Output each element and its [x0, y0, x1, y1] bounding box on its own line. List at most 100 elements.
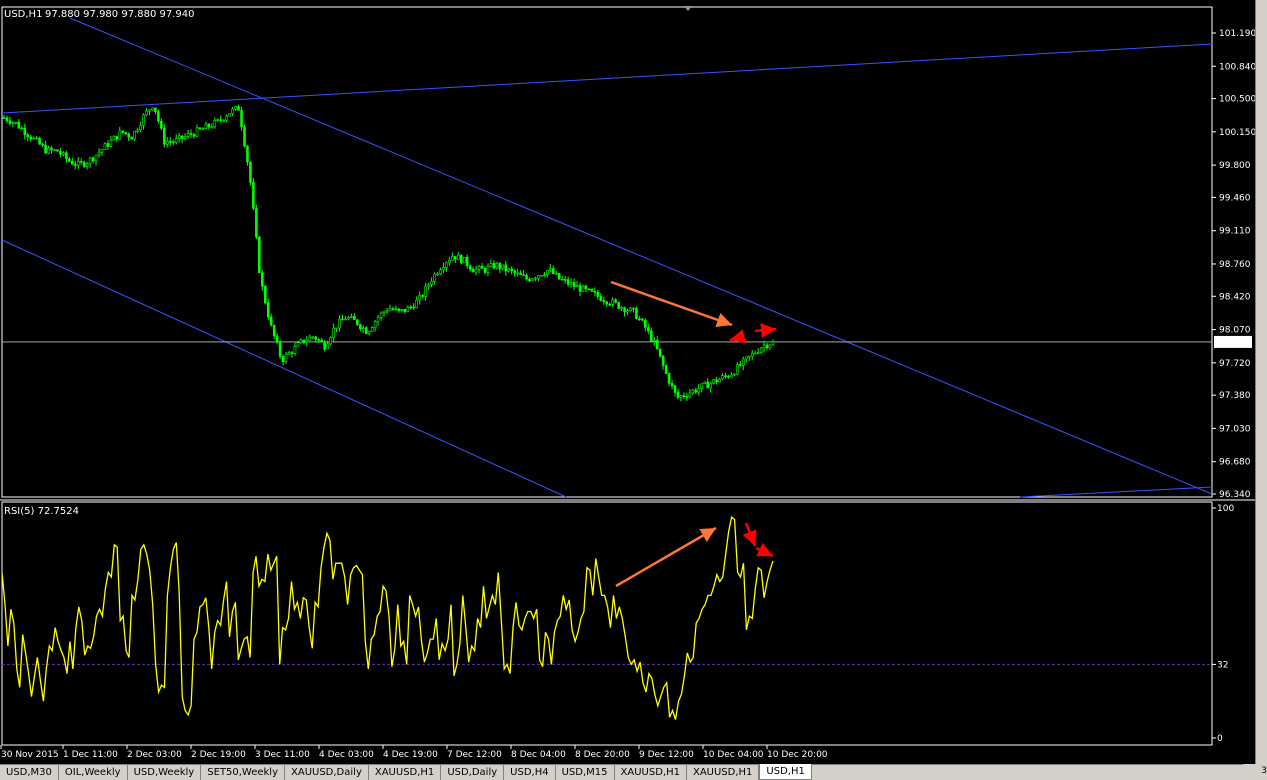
candle-body [68, 158, 71, 162]
candle-body [23, 127, 27, 136]
candle-body [255, 208, 258, 238]
candle-body [228, 113, 231, 117]
candle-body [382, 311, 386, 314]
candle-body [157, 111, 160, 122]
candle-body [166, 141, 169, 145]
chart-canvas[interactable]: 101.190 100.840 100.500 100.150 99.800 99.460… [0, 0, 1255, 764]
candle-body [602, 300, 606, 303]
candle-body [358, 324, 362, 330]
chart-tab[interactable]: XAUUSD,H1 [369, 765, 442, 780]
chart-area[interactable]: 101.190 100.840 100.500 100.150 99.800 99.460… [0, 0, 1255, 764]
candle-body [275, 335, 279, 343]
candle-body [91, 157, 95, 162]
candle-body [445, 262, 448, 268]
candle-body [97, 151, 101, 156]
candle-body [284, 353, 288, 362]
upper-resistance-trendline[interactable] [1, 43, 1213, 114]
chart-tab[interactable]: XAUUSD,Daily [285, 765, 369, 780]
candle-body [367, 331, 371, 335]
candle-body [727, 375, 730, 378]
candle-body [234, 106, 237, 110]
time-tick-label: 3 Dec 11:00 [255, 750, 310, 760]
candle-body [397, 308, 401, 311]
candle-body [649, 330, 653, 342]
chart-tab[interactable]: USD,Daily [441, 765, 505, 780]
candle-body [492, 263, 496, 269]
candle-body [486, 265, 490, 273]
chart-tab[interactable]: SET50,Weekly [201, 765, 285, 780]
candle-body [38, 137, 41, 145]
candle-body [379, 312, 383, 318]
support-trendline[interactable] [1019, 486, 1213, 498]
candle-body [465, 256, 469, 267]
candle-body [768, 344, 772, 349]
red-arrow-price-left [729, 329, 747, 344]
chart-tab[interactable]: USD,H4 [504, 765, 556, 780]
chart-tab[interactable]: USD,M30 [0, 765, 59, 780]
price-tick-label: 99.800 [1219, 161, 1251, 171]
price-tick-label: 100.500 [1219, 95, 1255, 105]
chart-tab[interactable]: USD,Weekly [128, 765, 202, 780]
candle-body [560, 278, 564, 281]
candle-body [572, 282, 576, 287]
candle-body [551, 268, 555, 275]
candle-body [415, 299, 419, 309]
candle-body [103, 143, 107, 150]
candle-body [163, 127, 166, 145]
candle-body [409, 306, 413, 309]
candle-body [231, 108, 234, 114]
vertical-scrollbar[interactable] [1255, 0, 1267, 764]
candle-body [632, 307, 635, 310]
candle-body [272, 324, 276, 337]
candle-body [421, 295, 424, 297]
candle-body [293, 345, 297, 354]
time-tick-label: 7 Dec 12:00 [447, 750, 502, 760]
candle-body [765, 344, 769, 349]
price-tick-label: 99.460 [1219, 193, 1251, 203]
candle-body [14, 121, 18, 124]
candle-body [376, 316, 380, 322]
descending-channel-lower-line[interactable] [1, 239, 567, 498]
candle-body [709, 382, 712, 389]
candle-body [320, 339, 323, 343]
candle-body [605, 301, 609, 305]
candle-body [35, 137, 38, 140]
candle-body [213, 120, 217, 128]
candle-body [658, 348, 662, 357]
candle-body [706, 381, 709, 389]
candle-body [688, 392, 692, 397]
chart-tab[interactable]: XAUUSD,H1 [615, 765, 687, 780]
rsi-indicator-label: RSI(5) 72.7524 [4, 506, 79, 517]
candle-body [620, 307, 623, 309]
candle-body [581, 285, 585, 292]
candle-body [62, 152, 65, 155]
descending-channel-upper-line[interactable] [69, 17, 1213, 495]
candle-body [136, 129, 139, 132]
time-tick-label: 2 Dec 03:00 [127, 750, 182, 760]
scroll-marker-icon[interactable] [684, 6, 692, 11]
candle-body [614, 299, 617, 303]
time-tick-label: 10 Dec 20:00 [767, 750, 828, 760]
candle-body [106, 143, 110, 147]
chart-tab[interactable]: USD,M15 [556, 765, 615, 780]
candle-body [326, 343, 329, 350]
red-arrow-rsi-right [755, 542, 774, 558]
time-tick-label: 9 Dec 12:00 [639, 750, 694, 760]
chart-tab[interactable]: XAUUSD,H1 [687, 765, 760, 780]
candle-body [540, 275, 543, 277]
red-arrow-rsi-down [742, 522, 757, 547]
candle-body [85, 163, 89, 167]
candle-body [79, 161, 83, 163]
candle-body [100, 149, 104, 153]
chart-tab[interactable]: OIL,Weekly [59, 765, 128, 780]
candle-body [243, 126, 246, 147]
candle-body [546, 269, 549, 275]
candle-body [531, 278, 534, 282]
candle-body [566, 279, 570, 285]
candle-body [771, 341, 775, 346]
candle-body [543, 274, 546, 276]
candle-body [495, 263, 499, 269]
candle-body [266, 302, 270, 318]
candle-body [510, 268, 514, 271]
chart-tab[interactable]: USD,H1 [759, 764, 812, 780]
